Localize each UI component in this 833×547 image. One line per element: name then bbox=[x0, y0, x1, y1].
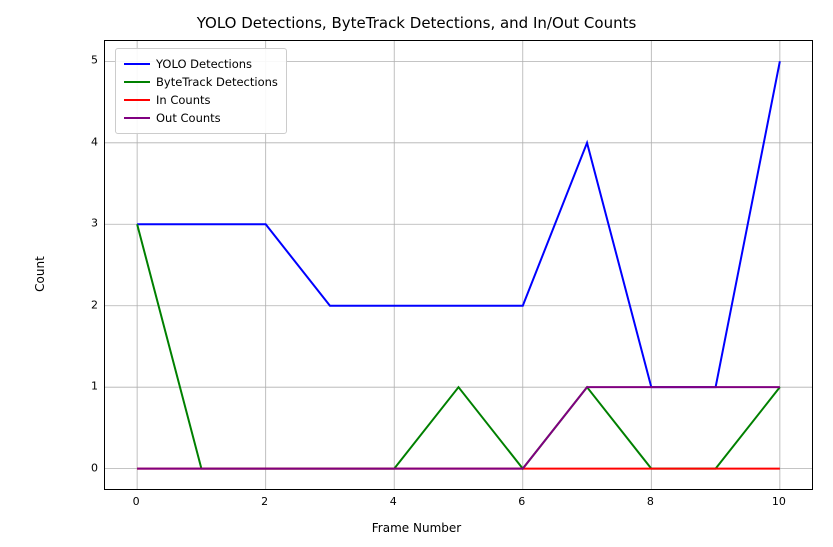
chart-figure: YOLO Detections, ByteTrack Detections, a… bbox=[0, 0, 833, 547]
legend-label: YOLO Detections bbox=[156, 57, 252, 71]
y-tick-label: 2 bbox=[58, 298, 98, 311]
y-tick-label: 1 bbox=[58, 380, 98, 393]
y-tick-label: 4 bbox=[58, 135, 98, 148]
y-tick-label: 0 bbox=[58, 461, 98, 474]
chart-title: YOLO Detections, ByteTrack Detections, a… bbox=[0, 14, 833, 32]
legend-swatch bbox=[124, 99, 150, 101]
legend-swatch bbox=[124, 81, 150, 83]
x-axis-label: Frame Number bbox=[0, 521, 833, 535]
x-tick-label: 6 bbox=[518, 495, 525, 508]
legend-swatch bbox=[124, 117, 150, 119]
legend-label: In Counts bbox=[156, 93, 210, 107]
y-tick-label: 3 bbox=[58, 217, 98, 230]
legend-item-yolo: YOLO Detections bbox=[124, 55, 278, 73]
legend-swatch bbox=[124, 63, 150, 65]
legend-item-in: In Counts bbox=[124, 91, 278, 109]
x-tick-label: 4 bbox=[390, 495, 397, 508]
y-tick-label: 5 bbox=[58, 54, 98, 67]
y-axis-label: Count bbox=[30, 0, 50, 547]
x-tick-label: 8 bbox=[647, 495, 654, 508]
legend-item-out: Out Counts bbox=[124, 109, 278, 127]
legend-item-bytetrack: ByteTrack Detections bbox=[124, 73, 278, 91]
x-tick-label: 2 bbox=[261, 495, 268, 508]
legend: YOLO Detections ByteTrack Detections In … bbox=[115, 48, 287, 134]
legend-label: Out Counts bbox=[156, 111, 221, 125]
x-tick-label: 10 bbox=[772, 495, 786, 508]
x-tick-label: 0 bbox=[133, 495, 140, 508]
legend-label: ByteTrack Detections bbox=[156, 75, 278, 89]
